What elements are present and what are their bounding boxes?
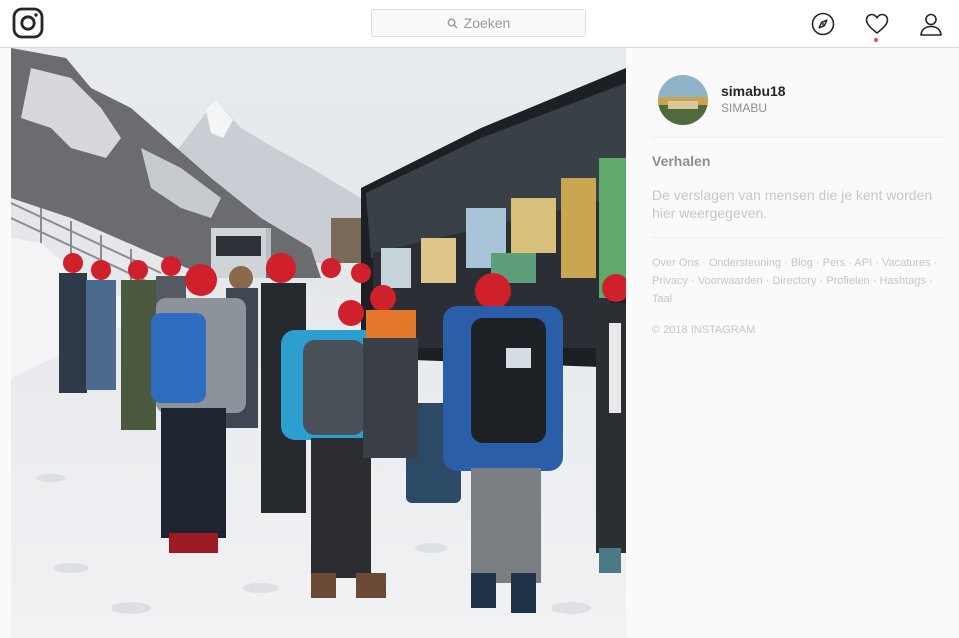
avatar[interactable]: [658, 75, 708, 125]
footer-separator: ·: [816, 275, 827, 287]
footer-link-pers[interactable]: Pers: [823, 257, 846, 269]
post-photo[interactable]: [11, 48, 626, 638]
footer-separator: ·: [688, 275, 698, 287]
footer-link-directory[interactable]: Directory: [772, 275, 816, 287]
search-input[interactable]: Zoeken: [371, 9, 586, 37]
notification-dot: [874, 38, 878, 42]
compass-icon[interactable]: [810, 11, 836, 37]
footer-link-over-ons[interactable]: Over Ons: [652, 257, 699, 269]
instagram-logo-icon[interactable]: [12, 7, 44, 39]
footer-link-blog[interactable]: Blog: [791, 257, 813, 269]
footer-link-taal[interactable]: Taal: [652, 293, 672, 305]
profile-icon[interactable]: [918, 11, 944, 37]
avatar-image: [658, 75, 708, 125]
stories-empty-text: De verslagen van mensen die je kent word…: [652, 187, 933, 221]
username-link[interactable]: simabu18: [721, 83, 786, 100]
footer-separator: ·: [812, 257, 823, 269]
copyright: © 2018 INSTAGRAM: [652, 324, 756, 336]
right-sidebar: simabu18 SIMABU Verhalen De verslagen va…: [626, 48, 959, 638]
stories-title: Verhalen: [652, 153, 711, 169]
search-placeholder: Zoeken: [463, 15, 511, 31]
footer-separator: ·: [925, 275, 933, 287]
footer-link-privacy[interactable]: Privacy: [652, 275, 688, 287]
footer-link-ondersteuning[interactable]: Ondersteuning: [709, 257, 781, 269]
footer-link-vacatures[interactable]: Vacatures: [882, 257, 931, 269]
heart-icon[interactable]: [864, 11, 890, 37]
footer-separator: ·: [872, 257, 882, 269]
footer-link-hashtags[interactable]: Hashtags: [879, 275, 925, 287]
footer-link-voorwaarden[interactable]: Voorwaarden: [698, 275, 763, 287]
footer-separator: ·: [869, 275, 880, 287]
full-name: SIMABU: [721, 101, 768, 115]
footer-separator: ·: [930, 257, 938, 269]
divider: [652, 137, 945, 138]
footer-separator: ·: [762, 275, 773, 287]
search-icon: [447, 18, 458, 29]
footer-separator: ·: [699, 257, 709, 269]
footer-link-profielen[interactable]: Profielen: [826, 275, 869, 287]
footer-separator: ·: [781, 257, 791, 269]
profile-header: simabu18 SIMABU: [658, 75, 786, 125]
post-photo-image: [11, 48, 626, 638]
top-navigation-bar: Zoeken: [0, 0, 959, 48]
divider: [652, 237, 945, 238]
footer-links: Over Ons · Ondersteuning · Blog · Pers ·…: [652, 254, 942, 308]
footer-link-api[interactable]: API: [854, 257, 872, 269]
